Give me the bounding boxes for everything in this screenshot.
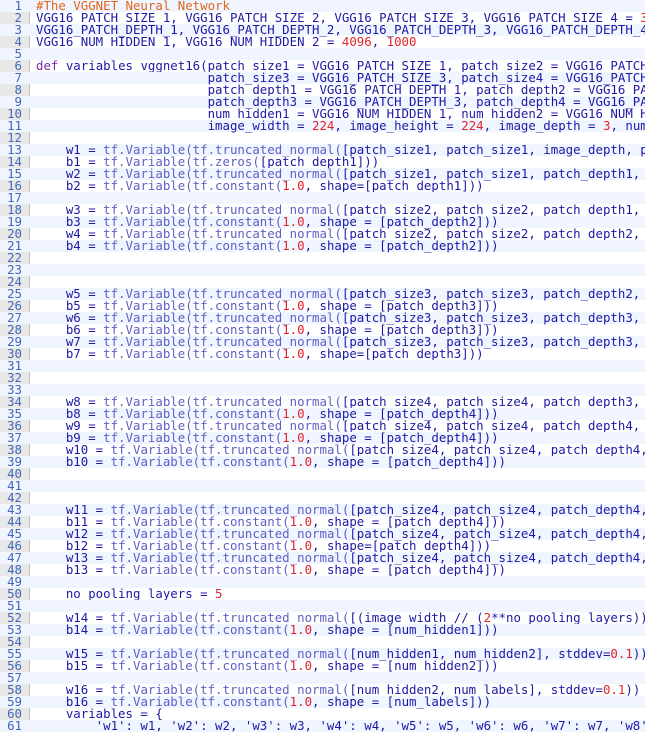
code-token: b7 = bbox=[36, 346, 104, 361]
code-token: 1.0 bbox=[282, 238, 305, 253]
code-token: [patch_size1, patch_size1, image_depth, … bbox=[341, 142, 645, 157]
code-token: 0.1 bbox=[610, 646, 633, 661]
code-line[interactable]: 40 bbox=[0, 467, 645, 480]
code-token: b4 = bbox=[36, 238, 104, 253]
code-token: 1.0 bbox=[282, 346, 305, 361]
code-text: b2 = tf.Variable(tf.constant(1.0, shape=… bbox=[36, 178, 484, 193]
code-token: tf.Variable(tf.constant( bbox=[103, 346, 283, 361]
code-token: **no_pooling_layers))*(i bbox=[491, 610, 645, 625]
code-token: , bbox=[371, 34, 387, 49]
code-text: b7 = tf.Variable(tf.constant(1.0, shape=… bbox=[36, 346, 484, 361]
code-token: , num_la bbox=[610, 118, 645, 133]
code-token: 224 bbox=[312, 118, 335, 133]
code-token: tf.Variable(tf.constant( bbox=[103, 178, 283, 193]
code-lines[interactable]: 1 #The VGGNET Neural Network 2 VGG16_PATCH_… bbox=[0, 0, 645, 732]
code-token: , image_height = bbox=[334, 118, 462, 133]
code-line[interactable]: 39 b10 = tf.Variable(tf.constant(1.0, sh… bbox=[0, 454, 645, 469]
code-line[interactable]: 22 bbox=[0, 251, 645, 264]
code-token: 1.0 bbox=[282, 178, 305, 193]
code-token: b10 = bbox=[36, 454, 111, 469]
code-token: , shape = [patch_depth2])) bbox=[304, 238, 499, 253]
code-token: b2 = bbox=[36, 178, 104, 193]
code-token: b14 = bbox=[36, 622, 111, 637]
code-line[interactable]: 32 bbox=[0, 371, 645, 384]
code-line[interactable]: 56 b15 = tf.Variable(tf.constant(1.0, sh… bbox=[0, 658, 645, 673]
code-token: 224 bbox=[461, 118, 484, 133]
line-number: 61 bbox=[7, 718, 22, 732]
code-token: no_pooling_layers = bbox=[36, 586, 216, 601]
code-text: VGG16_NUM_HIDDEN_1, VGG16_NUM_HIDDEN_2 =… bbox=[36, 34, 417, 49]
code-text: b4 = tf.Variable(tf.constant(1.0, shape … bbox=[36, 238, 499, 253]
code-line[interactable]: 48 b13 = tf.Variable(tf.constant(1.0, sh… bbox=[0, 562, 645, 577]
code-text: b14 = tf.Variable(tf.constant(1.0, shape… bbox=[36, 622, 499, 637]
code-text: b15 = tf.Variable(tf.constant(1.0, shape… bbox=[36, 658, 499, 673]
code-token: tf.Variable(tf.constant( bbox=[110, 562, 290, 577]
code-token: b13 = bbox=[36, 562, 111, 577]
code-token: , shape=[patch_depth3])) bbox=[304, 346, 484, 361]
code-token: 5 bbox=[215, 586, 223, 601]
code-line[interactable]: 53 b14 = tf.Variable(tf.constant(1.0, sh… bbox=[0, 622, 645, 637]
code-line[interactable]: 16 b2 = tf.Variable(tf.constant(1.0, sha… bbox=[0, 178, 645, 193]
code-line[interactable]: 31 bbox=[0, 359, 645, 372]
code-token: tf.Variable(tf.constant( bbox=[103, 238, 283, 253]
code-line[interactable]: 23 bbox=[0, 263, 645, 276]
code-token: image_width = bbox=[36, 118, 313, 133]
code-line[interactable]: 11 image_width = 224, image_height = 224… bbox=[0, 118, 645, 133]
code-text: image_width = 224, image_height = 224, i… bbox=[36, 118, 645, 133]
code-text: b10 = tf.Variable(tf.constant(1.0, shape… bbox=[36, 454, 507, 469]
code-token: tf.Variable(tf.constant( bbox=[110, 658, 290, 673]
code-token: 1000 bbox=[386, 34, 417, 49]
code-token: )) bbox=[625, 682, 641, 697]
code-token: 1.0 bbox=[289, 658, 313, 673]
code-editor[interactable]: 1 #The VGGNET Neural Network 2 VGG16_PATCH_… bbox=[0, 0, 645, 732]
code-line[interactable]: 61 'w1': w1, 'w2': w2, 'w3': w3, 'w4': w… bbox=[0, 718, 645, 732]
code-token: VGG16_NUM_HIDDEN_1, VGG16_NUM_HIDDEN_2 = bbox=[36, 34, 342, 49]
code-token: , shape = [num_hidden1])) bbox=[312, 622, 499, 637]
code-token: tf.Variable(tf.constant( bbox=[110, 622, 290, 637]
code-token: , shape = [num_labels])) bbox=[312, 694, 492, 709]
code-line[interactable]: 21 b4 = tf.Variable(tf.constant(1.0, sha… bbox=[0, 238, 645, 253]
code-text: no_pooling_layers = 5 bbox=[36, 586, 223, 601]
code-line[interactable]: 4 VGG16_NUM_HIDDEN_1, VGG16_NUM_HIDDEN_2 … bbox=[0, 34, 645, 49]
code-line[interactable]: 30 b7 = tf.Variable(tf.constant(1.0, sha… bbox=[0, 346, 645, 361]
code-token: tf.Variable(tf.constant( bbox=[110, 454, 290, 469]
code-token: , image_depth = bbox=[483, 118, 603, 133]
code-text: b13 = tf.Variable(tf.constant(1.0, shape… bbox=[36, 562, 507, 577]
code-token: 1.0 bbox=[289, 562, 313, 577]
code-token: 1.0 bbox=[289, 694, 313, 709]
code-token: 'w1': w1, 'w2': w2, 'w3': w3, 'w4': w4, … bbox=[36, 718, 645, 732]
code-token: , shape = [patch_depth4])) bbox=[312, 562, 507, 577]
code-line[interactable]: 50 no_pooling_layers = 5 bbox=[0, 586, 645, 601]
code-token: , shape = [num_hidden2])) bbox=[312, 658, 499, 673]
code-token: , shape = [patch_depth4])) bbox=[312, 454, 507, 469]
code-line[interactable]: 41 bbox=[0, 479, 645, 492]
code-token: b15 = bbox=[36, 658, 111, 673]
code-token: 0.1 bbox=[602, 682, 626, 697]
code-token: 4096 bbox=[341, 34, 372, 49]
code-token: 1.0 bbox=[289, 454, 313, 469]
code-token: 1.0 bbox=[289, 622, 313, 637]
code-token: )) bbox=[632, 646, 645, 661]
code-token: , shape=[patch_depth1])) bbox=[304, 178, 484, 193]
code-text: 'w1': w1, 'w2': w2, 'w3': w3, 'w4': w4, … bbox=[36, 718, 645, 732]
